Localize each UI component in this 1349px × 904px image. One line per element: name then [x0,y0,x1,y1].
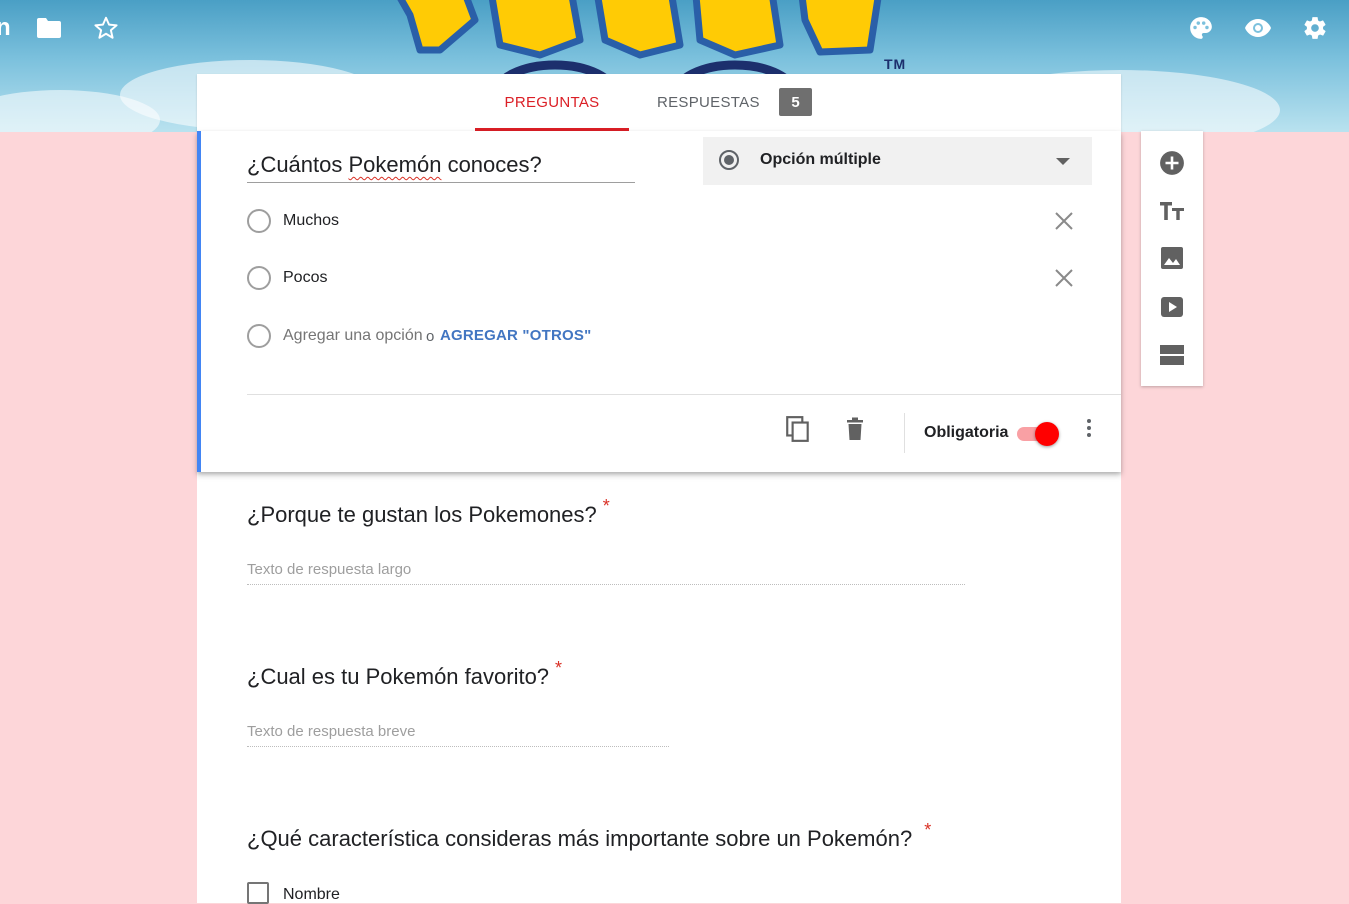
trademark-mark: TM [884,56,907,72]
question-title: ¿Porque te gustan los Pokemones? [247,502,597,527]
add-image-icon[interactable] [1158,244,1186,272]
palette-icon[interactable] [1186,13,1216,43]
required-label: Obligatoria [924,424,1009,441]
footer-vertical-divider [904,413,905,453]
add-title-icon[interactable] [1158,197,1186,225]
question-title-text: ¿Cuántos Pokemón conoces? [247,152,542,177]
question-title: ¿Cual es tu Pokemón favorito? [247,664,550,689]
add-option-input[interactable]: Agregar una opción [283,327,423,345]
long-answer-placeholder: Texto de respuesta largo [247,561,965,585]
gear-icon[interactable] [1300,13,1330,43]
eye-icon[interactable] [1243,13,1273,43]
more-options-icon[interactable] [1083,419,1095,441]
option-row[interactable]: Pocos [247,266,1087,296]
tabs-bar: PREGUNTAS RESPUESTAS 5 [197,74,1121,131]
card-divider [247,394,1121,395]
radio-circle-icon [247,209,271,233]
remove-option-icon[interactable] [1053,267,1075,289]
question-type-dropdown[interactable]: Opción múltiple [703,137,1092,185]
add-question-icon[interactable] [1158,149,1186,177]
duplicate-icon[interactable] [784,414,812,444]
required-toggle[interactable] [1015,419,1061,449]
dropdown-arrow-icon [1056,158,1070,165]
spellcheck-word: Pokemón [348,152,442,177]
radio-circle-icon [247,324,271,348]
required-asterisk: * [602,496,610,516]
remove-option-icon[interactable] [1053,210,1075,232]
option-row[interactable]: Muchos [247,209,1087,239]
form-title-fragment[interactable]: n [0,14,11,42]
tab-questions[interactable]: PREGUNTAS [475,74,629,131]
active-indicator-bar [197,131,201,472]
delete-icon[interactable] [841,414,869,444]
question-type-label: Opción múltiple [760,151,881,168]
responses-count-badge[interactable]: 5 [779,88,812,116]
active-question-card[interactable]: ¿Cuántos Pokemón conoces? Opción múltipl… [197,131,1121,472]
add-other-link[interactable]: AGREGAR "OTROS" [440,327,591,344]
option-label[interactable]: Muchos [283,212,339,230]
side-toolbar [1141,131,1203,386]
radio-button-icon [719,150,739,170]
question-card[interactable]: ¿Qué característica consideras más impor… [247,820,931,852]
or-separator: o [426,328,435,345]
short-answer-placeholder: Texto de respuesta breve [247,723,669,747]
checkbox-icon[interactable] [247,882,269,904]
add-section-icon[interactable] [1158,341,1186,369]
star-icon[interactable] [91,13,121,43]
add-option-row: Agregar una opción o AGREGAR "OTROS" [247,324,1087,354]
required-asterisk: * [924,820,932,840]
question-card[interactable]: ¿Cual es tu Pokemón favorito? * [247,658,562,690]
radio-circle-icon [247,266,271,290]
required-asterisk: * [555,658,563,678]
folder-icon[interactable] [34,13,64,43]
question-card[interactable]: ¿Porque te gustan los Pokemones? * [247,496,610,528]
tab-responses[interactable]: RESPUESTAS [657,74,760,131]
add-video-icon[interactable] [1158,293,1186,321]
question-title: ¿Qué característica consideras más impor… [247,826,913,851]
toggle-thumb [1035,422,1059,446]
checkbox-option-label: Nombre [283,886,340,903]
question-title-input[interactable]: ¿Cuántos Pokemón conoces? [247,152,635,183]
option-label[interactable]: Pocos [283,269,327,287]
pokemon-logo-image [397,0,882,80]
